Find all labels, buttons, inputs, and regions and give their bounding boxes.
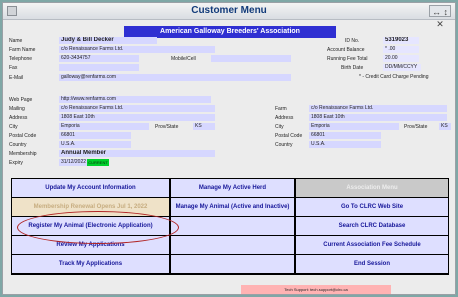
postal-code-field[interactable]: 66801 (59, 132, 131, 139)
fax-label: Fax (9, 65, 18, 71)
birth-date-label: Birth Date (341, 65, 364, 71)
balance-field: * .00 (383, 46, 419, 53)
country-field[interactable]: U.S.A. (59, 141, 131, 148)
farm-address-field[interactable]: 1808 East 10th (309, 114, 447, 121)
mailing-field[interactable]: c/o Renaissance Farms Ltd. (59, 105, 215, 112)
farm-prov-state-label: Prov/State (404, 124, 428, 130)
manage-herd-button[interactable]: Manage My Active Herd (171, 179, 294, 197)
farm-postal-code-field[interactable]: 66801 (309, 132, 381, 139)
mailing-label: Mailing (9, 106, 25, 112)
farm-postal-code-label: Postal Code (275, 133, 303, 139)
membership-field: Annual Member (59, 150, 215, 157)
credit-card-note: * - Credit Card Charge Pending (359, 74, 429, 80)
address-field[interactable]: 1808 East 10th (59, 114, 215, 121)
city-label: City (9, 124, 18, 130)
country-label: Country (9, 142, 27, 148)
address-label: Address (9, 115, 28, 121)
name-label: Name (9, 38, 23, 44)
empty-cell (171, 255, 294, 273)
fee-schedule-button[interactable]: Current Association Fee Schedule (296, 236, 448, 254)
fee-label: Running Fee Total (327, 56, 368, 62)
city-field[interactable]: Emporia (59, 123, 149, 130)
farm-prov-state-field[interactable]: KS (439, 123, 451, 130)
id-field[interactable]: 5319023 (383, 37, 419, 44)
membership-label: Membership (9, 151, 37, 157)
postal-code-label: Postal Code (9, 133, 37, 139)
telephone-field[interactable]: 620-3434757 (59, 55, 139, 62)
empty-cell (171, 236, 294, 254)
farm-city-field[interactable]: Emporia (309, 123, 399, 130)
mobile-field[interactable] (211, 55, 291, 62)
farm-address-label: Address (275, 115, 294, 121)
association-menu-button[interactable]: Association Menu (296, 179, 448, 197)
email-label: E-Mail (9, 75, 24, 81)
prov-state-label: Prov/State (155, 124, 179, 130)
farm-label: Farm (275, 106, 287, 112)
update-account-button[interactable]: Update My Account Information (12, 179, 169, 197)
customer-menu-window: Customer Menu ↔ ↕ ✕ American Galloway Br… (2, 2, 456, 295)
window-resize-icon[interactable]: ↔ ↕ ✕ (429, 5, 451, 29)
clrc-website-button[interactable]: Go To CLRC Web Site (296, 198, 448, 216)
farm-country-field[interactable]: U.S.A. (309, 141, 381, 148)
fax-field[interactable] (59, 64, 139, 71)
farm-name-field[interactable]: c/o Renaissance Farms Ltd. (59, 46, 215, 53)
birth-date-field[interactable]: DD/MM/CCYY (383, 64, 421, 71)
farm-city-label: City (275, 124, 284, 130)
farm-country-label: Country (275, 142, 293, 148)
track-applications-button[interactable]: Track My Applications (12, 255, 169, 273)
window-title: Customer Menu (191, 5, 267, 16)
tech-support-note: Tech Support: tech.support@clrc.ca (241, 285, 391, 294)
end-session-button[interactable]: End Session (296, 255, 448, 273)
highlight-oval (17, 211, 179, 244)
web-page-field[interactable]: http://www.renfarms.com (59, 96, 211, 103)
telephone-label: Telephone (9, 56, 33, 62)
name-field[interactable]: Judy & Bill Decker (59, 37, 157, 44)
id-label: ID No. (345, 38, 360, 44)
status-badge: CURRENT (87, 159, 109, 166)
title-bar: Customer Menu ↔ ↕ ✕ (3, 3, 455, 29)
farm-name-label: Farm Name (9, 47, 36, 53)
expiry-label: Expiry (9, 160, 23, 166)
manage-animals-button[interactable]: Manage My Animal (Active and Inactive) (171, 198, 294, 216)
prov-state-field[interactable]: KS (193, 123, 215, 130)
web-page-label: Web Page (9, 97, 33, 103)
email-field[interactable]: galloway@renfarms.com (59, 74, 291, 81)
search-database-button[interactable]: Search CLRC Database (296, 217, 448, 235)
farm-field[interactable]: c/o Renaissance Farms Ltd. (309, 105, 447, 112)
empty-cell (171, 217, 294, 235)
mobile-label: Mobile/Cell (171, 56, 196, 62)
fee-field: 20.00 (383, 55, 419, 62)
balance-label: Account Balance (327, 47, 365, 53)
